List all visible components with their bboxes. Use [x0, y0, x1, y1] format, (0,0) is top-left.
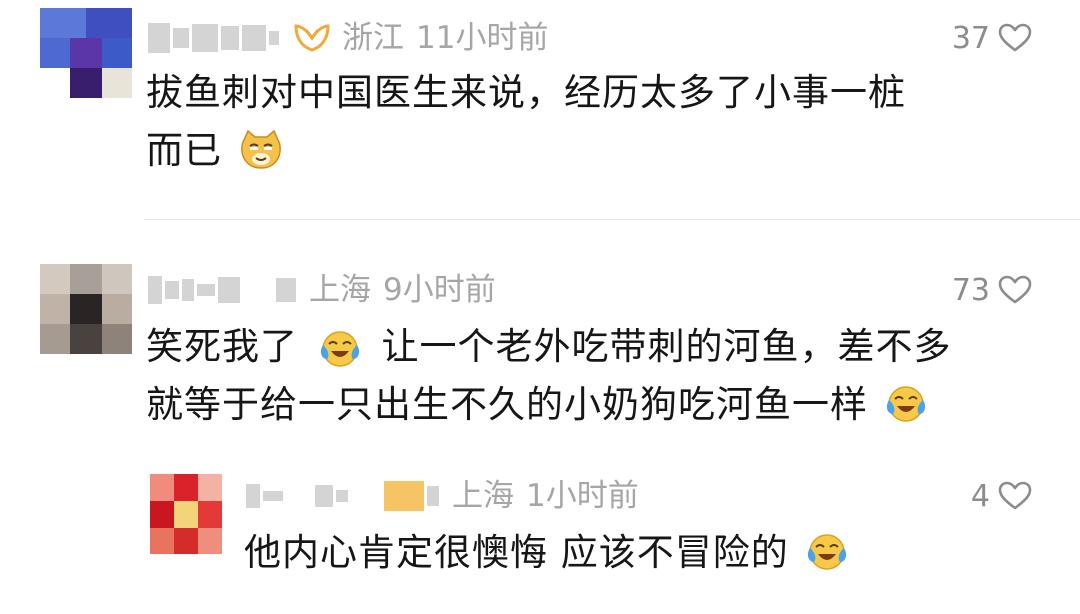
comment-time: 11小时前	[416, 20, 549, 56]
heart-icon	[998, 481, 1032, 510]
username-blurred[interactable]	[148, 270, 299, 310]
comment-location: 上海	[309, 272, 371, 308]
comment-text: 他内心肯定很懊悔 应该不冒险的	[244, 524, 848, 582]
comment-text-line: 拔鱼刺对中国医生来说，经历太多了小事一桩	[146, 71, 906, 114]
laughing-tears-emoji-icon	[320, 330, 359, 367]
like-button[interactable]: 37	[952, 16, 1032, 60]
comment-meta: 上海 9小时前	[148, 268, 496, 312]
username-blurred[interactable]	[148, 18, 282, 58]
laughing-tears-emoji-icon	[807, 533, 846, 570]
like-count: 4	[970, 478, 990, 514]
like-count: 73	[951, 272, 990, 308]
comment-text-segment: 让一个老外吃带刺的河鱼，差不多	[381, 325, 952, 368]
comment-text-line: 而已	[146, 129, 222, 172]
comment-text-line-row: 他内心肯定很懊悔 应该不冒险的	[244, 524, 848, 582]
comment-time: 1小时前	[526, 478, 639, 514]
like-button[interactable]: 4	[971, 474, 1032, 518]
heart-icon	[998, 23, 1032, 52]
avatar[interactable]	[150, 474, 222, 554]
comment-text: 笑死我了 让一个老外吃带刺的河鱼，差不多 就等于给一只出生不久的小奶狗吃河鱼一样	[146, 318, 952, 434]
comment-item: 浙江 11小时前 37 拔鱼刺对中国医生来说，经历太多了小事一桩 而已	[0, 0, 1080, 219]
reply-item: 上海 1小时前 4 他内心肯定很懊悔 应该不冒险的	[0, 460, 1080, 614]
comment-item: 上海 9小时前 73 笑死我了 让一个老外吃带刺的河鱼，差不多 就等于给一只出生…	[0, 220, 1080, 440]
comment-meta: 浙江 11小时前	[148, 16, 548, 60]
comment-location: 浙江	[342, 20, 404, 56]
username-blurred[interactable]	[246, 476, 442, 516]
comment-meta: 上海 1小时前	[246, 474, 639, 518]
comment-time: 9小时前	[383, 272, 496, 308]
like-count: 37	[951, 20, 990, 56]
comment-text-line: 他内心肯定很懊悔 应该不冒险的	[244, 531, 789, 574]
comment-text-line-row: 笑死我了 让一个老外吃带刺的河鱼，差不多	[146, 318, 952, 376]
comment-text: 拔鱼刺对中国医生来说，经历太多了小事一桩 而已	[146, 64, 906, 180]
laughing-tears-emoji-icon	[886, 385, 925, 422]
like-button[interactable]: 73	[952, 268, 1032, 312]
comment-text-segment: 笑死我了	[146, 325, 298, 368]
avatar[interactable]	[40, 264, 132, 354]
level-badge-icon	[294, 24, 330, 52]
comment-text-line-row: 而已	[146, 122, 906, 180]
comment-text-line: 就等于给一只出生不久的小奶狗吃河鱼一样	[146, 383, 868, 426]
comment-text-line-row: 就等于给一只出生不久的小奶狗吃河鱼一样	[146, 376, 952, 434]
smug-cat-emoji-icon	[240, 129, 281, 169]
comment-location: 上海	[452, 478, 514, 514]
heart-icon	[998, 275, 1032, 304]
avatar[interactable]	[40, 8, 132, 98]
